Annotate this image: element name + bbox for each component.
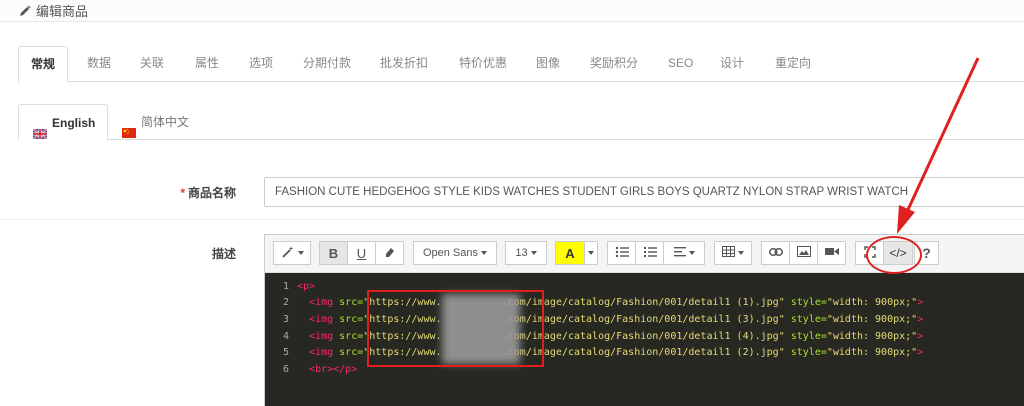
annotation-arrow: [897, 57, 980, 234]
